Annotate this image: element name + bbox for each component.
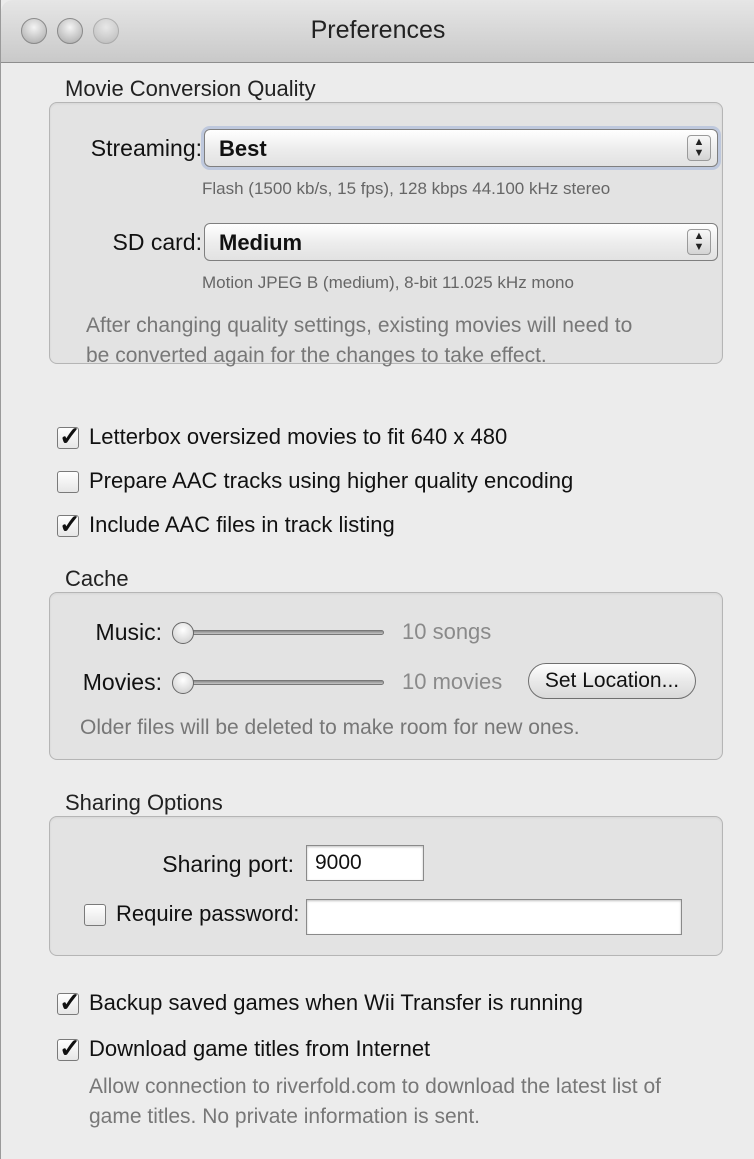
- cache-label: Cache: [65, 566, 129, 591]
- check-icon: ✓: [59, 987, 81, 1017]
- download-label: Download game titles from Internet: [89, 1036, 431, 1061]
- sharing-options-label: Sharing Options: [65, 790, 223, 815]
- streaming-hint: Flash (1500 kb/s, 15 fps), 128 kbps 44.1…: [202, 179, 611, 198]
- movie-conversion-quality-label: Movie Conversion Quality: [65, 76, 316, 101]
- cache-box: Music: 10 songs Movies: 10 movies Set Lo…: [49, 592, 723, 760]
- check-icon: ✓: [59, 509, 81, 539]
- password-field[interactable]: [306, 899, 682, 935]
- movies-slider-knob[interactable]: [172, 672, 194, 694]
- require-password-label: Require password:: [116, 901, 300, 926]
- aac-quality-label: Prepare AAC tracks using higher quality …: [89, 468, 574, 493]
- download-note-line2: game titles. No private information is s…: [89, 1105, 481, 1128]
- music-slider-knob[interactable]: [172, 622, 194, 644]
- letterbox-checkbox[interactable]: ✓: [57, 422, 81, 450]
- music-slider-track[interactable]: [174, 630, 384, 635]
- preferences-window: Preferences Movie Conversion Quality Str…: [0, 0, 754, 1159]
- backup-checkbox[interactable]: ✓: [57, 988, 81, 1016]
- aac-listing-checkbox[interactable]: ✓: [57, 510, 81, 538]
- download-checkbox[interactable]: ✓: [57, 1034, 81, 1062]
- sdcard-hint: Motion JPEG B (medium), 8-bit 11.025 kHz…: [202, 273, 574, 292]
- download-note-line1: Allow connection to riverfold.com to dow…: [89, 1075, 661, 1098]
- sharing-options-box: Sharing port: 9000 Require password:: [49, 816, 723, 956]
- movies-label: Movies:: [82, 669, 162, 695]
- conversion-note: After changing quality settings, existin…: [86, 311, 632, 371]
- popup-arrows-icon: ▲ ▼: [687, 229, 711, 255]
- sdcard-popup[interactable]: Medium ▲ ▼: [204, 223, 718, 261]
- sdcard-value: Medium: [219, 230, 303, 255]
- set-location-button[interactable]: Set Location...: [528, 663, 696, 699]
- conversion-note-line1: After changing quality settings, existin…: [86, 314, 633, 337]
- music-label: Music:: [95, 619, 162, 645]
- sharing-port-field[interactable]: 9000: [306, 845, 424, 881]
- cache-note: Older files will be deleted to make room…: [80, 716, 580, 739]
- movies-cache-value: 10 movies: [402, 669, 503, 694]
- popup-arrows-icon: ▲ ▼: [687, 135, 711, 161]
- sharing-port-label: Sharing port:: [162, 851, 294, 877]
- movie-conversion-quality-box: Streaming: Best ▲ ▼ Flash (1500 kb/s, 15 …: [49, 102, 723, 367]
- require-password-checkbox[interactable]: [84, 904, 106, 926]
- aac-quality-checkbox[interactable]: [57, 471, 79, 493]
- movies-slider-track[interactable]: [174, 680, 384, 685]
- letterbox-label: Letterbox oversized movies to fit 640 x …: [89, 424, 508, 449]
- window-title: Preferences: [310, 16, 446, 44]
- streaming-value: Best: [219, 136, 267, 161]
- check-icon: ✓: [59, 421, 81, 451]
- title-bar[interactable]: Preferences: [1, 0, 754, 63]
- music-cache-value: 10 songs: [402, 619, 492, 644]
- sdcard-label: SD card:: [112, 229, 202, 255]
- download-note: Allow connection to riverfold.com to dow…: [89, 1072, 661, 1132]
- backup-label: Backup saved games when Wii Transfer is …: [89, 990, 584, 1015]
- check-icon: ✓: [59, 1033, 81, 1063]
- streaming-label: Streaming:: [90, 135, 202, 161]
- conversion-note-line2: be converted again for the changes to ta…: [86, 344, 547, 367]
- aac-listing-label: Include AAC files in track listing: [89, 512, 395, 537]
- streaming-popup[interactable]: Best ▲ ▼: [204, 129, 718, 167]
